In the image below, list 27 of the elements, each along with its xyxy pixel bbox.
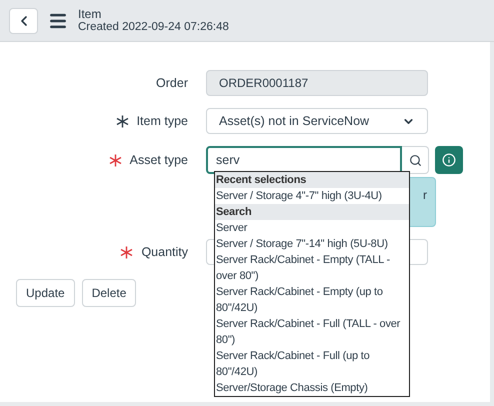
back-button[interactable] [9,8,38,34]
suggestion-item[interactable]: Server Rack/Cabinet - Full (TALL - over 80") [215,316,409,348]
form-button[interactable]: Update [16,279,75,307]
item-type-select[interactable]: Asset(s) not in ServiceNow [206,108,428,134]
field-label: Order [156,74,188,92]
info-button[interactable] [435,146,463,174]
page-title: Item [78,8,102,20]
group-heading: Search [215,204,409,220]
field-label: Quantity [141,244,188,261]
info-message-text: r [423,187,427,204]
order-field: ORDER0001187 [206,70,428,96]
group-heading: Recent selections [215,172,409,188]
suggestion-item[interactable]: Server Rack/Cabinet - Empty (up to 80"/42U) [215,284,409,316]
asset-type-input[interactable]: serv [206,146,402,174]
field-label: Item type [136,112,188,130]
suggestion-item[interactable]: Server / Storage 7"-14" high (5U-8U) [215,236,409,252]
created-date: Created 2022-09-24 07:26:48 [78,20,229,34]
suggestion-item[interactable]: Server Rack/Cabinet - Empty (TALL - over 80") [215,252,409,284]
field-label: Asset type [130,152,188,169]
info-icon [442,153,456,167]
search-button[interactable] [402,146,429,174]
suggestion-item[interactable]: Server [215,220,409,236]
search-icon [408,154,422,166]
suggestion-item[interactable]: Server/Storage Chassis (Empty) [215,380,409,396]
suggestion-item[interactable]: Server / Storage 4"-7" high (3U-4U) [215,188,409,204]
suggestion-item[interactable]: Server Rack/Cabinet - Full (up to 80"/42U) [215,348,409,380]
form-button[interactable]: Delete [82,279,136,307]
